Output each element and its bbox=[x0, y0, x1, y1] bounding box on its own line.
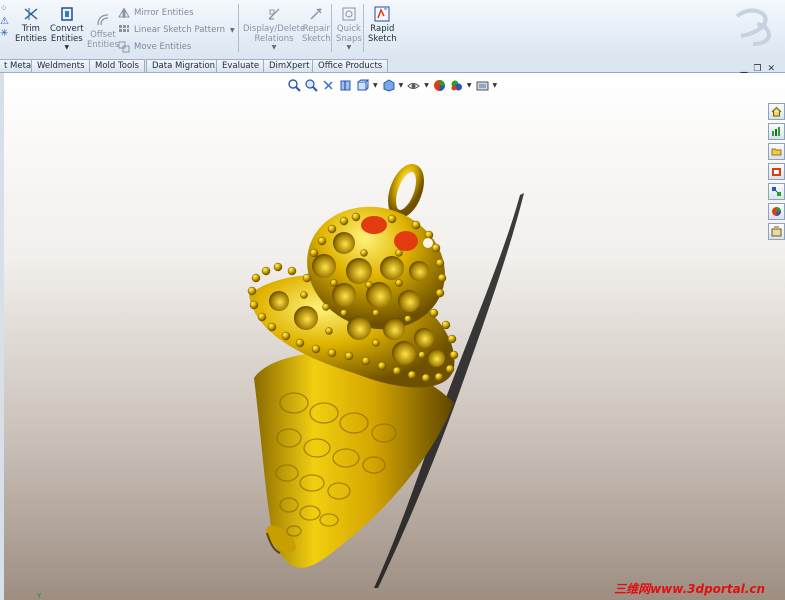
quick-snaps-icon bbox=[342, 7, 356, 21]
linear-pattern-icon bbox=[119, 25, 129, 32]
display-style-dropdown-icon[interactable]: ▼ bbox=[399, 82, 404, 89]
display-style-icon[interactable] bbox=[382, 78, 395, 92]
trim-label-1: Trim bbox=[21, 24, 40, 34]
view-palette-icon[interactable] bbox=[768, 183, 785, 200]
convert-dropdown-icon[interactable]: ▼ bbox=[50, 44, 84, 52]
move-icon bbox=[118, 41, 130, 53]
linear-pattern-label: Linear Sketch Pattern bbox=[134, 25, 226, 35]
trim-icon bbox=[24, 8, 38, 20]
asterisk-icon[interactable]: ✳ bbox=[0, 28, 10, 40]
previous-view-icon[interactable] bbox=[322, 79, 335, 92]
command-manager-ribbon: ⁘ ⚠ ✳ Trim Entities Convert Entities ▼ O… bbox=[0, 0, 785, 59]
triangle-warning-icon[interactable]: ⚠ bbox=[0, 15, 10, 28]
apply-scene-dropdown-icon[interactable]: ▼ bbox=[467, 82, 472, 89]
hide-show-icon[interactable] bbox=[407, 79, 421, 92]
section-view-icon[interactable] bbox=[339, 79, 352, 92]
resources-icon[interactable] bbox=[768, 123, 785, 140]
file-explorer-icon[interactable] bbox=[768, 163, 785, 180]
design-library-icon[interactable] bbox=[768, 143, 785, 160]
linear-sketch-pattern-button[interactable]: Linear Sketch Pattern ▼ bbox=[118, 23, 235, 37]
quick-label-1: Quick bbox=[336, 24, 361, 34]
tab-office-products[interactable]: Office Products bbox=[312, 59, 389, 73]
repair-label-1: Repair bbox=[302, 24, 330, 34]
move-entities-button[interactable]: Move Entities bbox=[118, 40, 191, 54]
display-label-1: Display/Delete bbox=[243, 24, 306, 34]
hide-show-dropdown-icon[interactable]: ▼ bbox=[424, 82, 429, 89]
view-settings-dropdown-icon[interactable]: ▼ bbox=[493, 82, 498, 89]
relations-icon bbox=[268, 8, 280, 20]
ds-logo-icon bbox=[735, 8, 772, 46]
command-manager-tabs: t Metal Weldments Mold Tools Data Migrat… bbox=[0, 58, 785, 73]
watermark-text: 三维网www.3dportal.cn bbox=[614, 582, 765, 596]
repair-sketch-button[interactable]: Repair Sketch bbox=[302, 6, 331, 44]
trim-entities-button[interactable]: Trim Entities bbox=[15, 6, 47, 44]
view-orientation-icon[interactable] bbox=[356, 79, 369, 92]
zoom-to-fit-icon[interactable] bbox=[288, 78, 301, 92]
tab-data-migration[interactable]: Data Migration bbox=[146, 59, 222, 73]
view-settings-icon[interactable] bbox=[476, 79, 489, 92]
mirror-entities-button[interactable]: Mirror Entities bbox=[118, 6, 194, 20]
convert-label-1: Convert bbox=[50, 24, 84, 34]
tab-weldments[interactable]: Weldments bbox=[31, 59, 91, 73]
linear-pattern-dropdown-icon[interactable]: ▼ bbox=[230, 27, 235, 34]
convert-icon bbox=[61, 7, 73, 21]
appearances-icon[interactable] bbox=[768, 203, 785, 220]
apply-scene-icon[interactable] bbox=[450, 79, 463, 92]
mirror-label: Mirror Entities bbox=[134, 8, 194, 18]
edit-appearance-icon[interactable] bbox=[433, 79, 446, 92]
ribbon-separator bbox=[238, 4, 239, 52]
rapid-sketch-icon bbox=[374, 6, 390, 22]
sketch-left-icons: ⁘ ⚠ ✳ bbox=[0, 4, 10, 40]
rapid-sketch-button[interactable]: Rapid Sketch bbox=[368, 6, 397, 44]
convert-label-2: Entities bbox=[50, 34, 83, 44]
quick-snaps-button[interactable]: Quick Snaps ▼ bbox=[336, 6, 362, 52]
offset-label-2: Entities bbox=[87, 40, 119, 50]
view-orientation-dropdown-icon[interactable]: ▼ bbox=[373, 82, 378, 89]
display-label-2: Relations bbox=[254, 34, 294, 44]
coordinate-triad-label: Y bbox=[37, 592, 42, 600]
offset-icon bbox=[97, 14, 108, 26]
ribbon-separator bbox=[331, 4, 332, 52]
display-delete-relations-button[interactable]: Display/Delete Relations ▼ bbox=[243, 6, 305, 52]
display-dropdown-icon[interactable]: ▼ bbox=[243, 44, 305, 52]
tab-mold-tools[interactable]: Mold Tools bbox=[89, 59, 145, 73]
convert-entities-button[interactable]: Convert Entities ▼ bbox=[50, 6, 84, 52]
quick-snaps-dropdown-icon[interactable]: ▼ bbox=[336, 44, 362, 52]
custom-properties-icon[interactable] bbox=[768, 223, 785, 240]
dots-icon[interactable]: ⁘ bbox=[0, 4, 10, 15]
repair-sketch-icon bbox=[310, 8, 322, 20]
rapid-label-2: Sketch bbox=[368, 34, 397, 44]
home-icon[interactable] bbox=[768, 103, 785, 120]
move-label: Move Entities bbox=[134, 42, 192, 52]
dome-highlight bbox=[423, 238, 433, 248]
tab-dimxpert[interactable]: DimXpert bbox=[263, 59, 316, 73]
quick-label-2: Snaps bbox=[336, 34, 362, 44]
mirror-icon bbox=[118, 8, 130, 18]
pendant-bail bbox=[388, 164, 424, 218]
trim-label-2: Entities bbox=[15, 34, 47, 44]
ribbon-separator bbox=[363, 4, 364, 52]
graphics-area[interactable]: Y bbox=[4, 73, 785, 600]
rapid-label-1: Rapid bbox=[370, 24, 395, 34]
model-render[interactable] bbox=[4, 73, 785, 600]
heads-up-view-toolbar: ▼ ▼ ▼ ▼ ▼ bbox=[288, 77, 497, 93]
tab-evaluate[interactable]: Evaluate bbox=[216, 59, 266, 73]
zoom-area-icon[interactable] bbox=[305, 78, 318, 92]
repair-label-2: Sketch bbox=[302, 34, 331, 44]
task-pane-tabs bbox=[768, 103, 785, 243]
offset-label-1: Offset bbox=[90, 30, 116, 40]
offset-entities-button[interactable]: Offset Entities bbox=[87, 12, 119, 50]
